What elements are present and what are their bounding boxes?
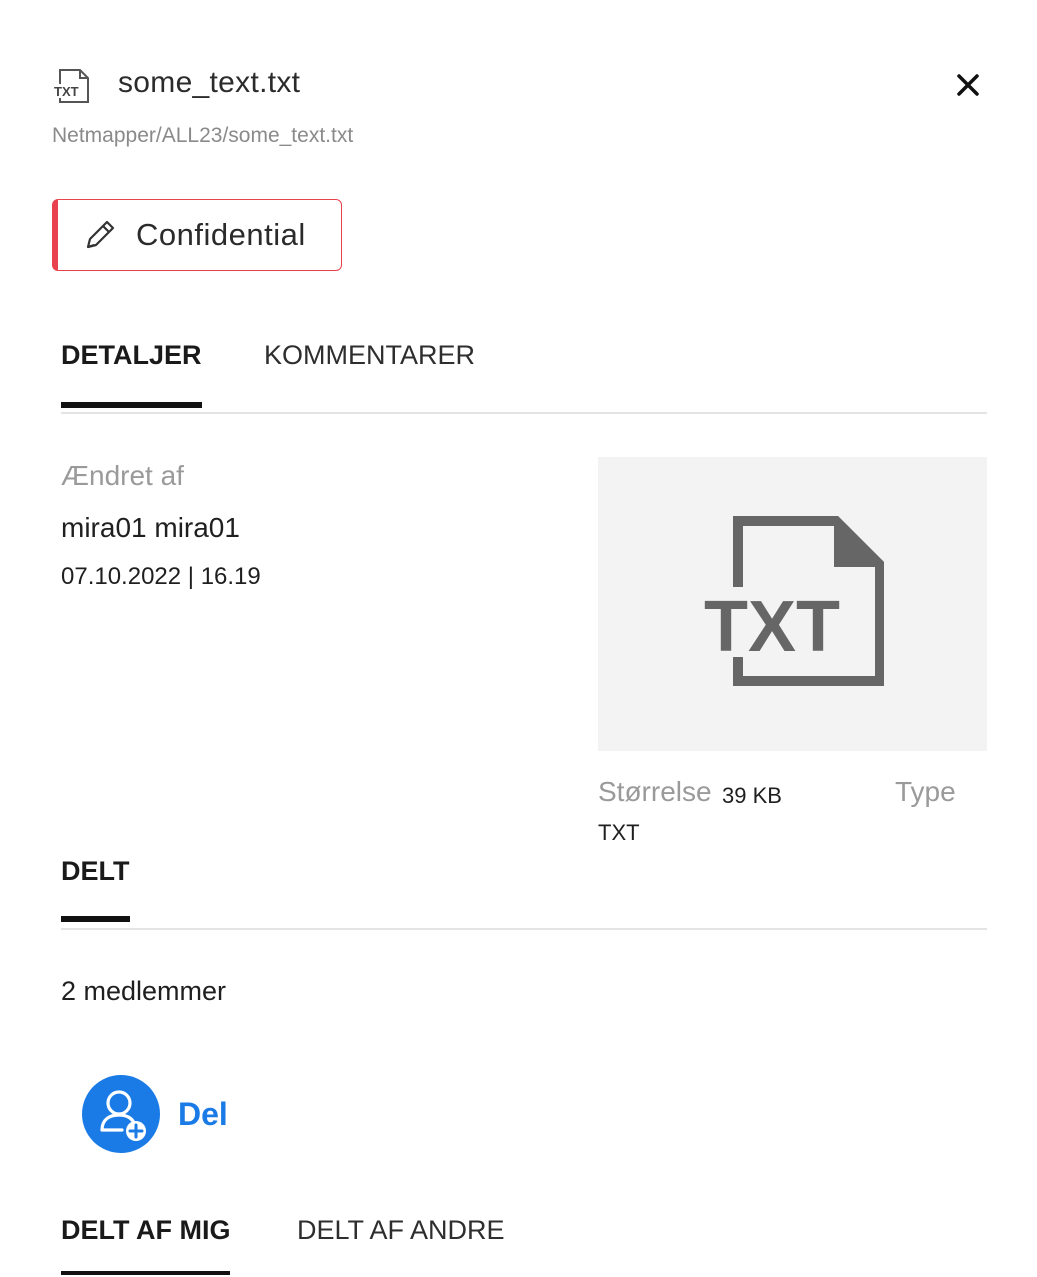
file-path: Netmapper/ALL23/some_text.txt [52, 124, 354, 147]
file-title: some_text.txt [118, 66, 301, 99]
size-label: Størrelse [598, 776, 712, 807]
members-count: 2 medlemmer [61, 976, 227, 1006]
size-value: 39 KB [722, 783, 782, 808]
modified-by-label: Ændret af [61, 460, 184, 491]
add-user-icon [82, 1075, 160, 1153]
type-label: Type [895, 776, 956, 807]
tab-shared-by-me[interactable]: DELT AF MIG [61, 1215, 231, 1275]
txt-file-icon: TXT [52, 69, 89, 103]
classification-tag-button[interactable]: Confidential [52, 199, 342, 271]
txt-preview-icon: TXT [702, 516, 884, 686]
tab-comments[interactable]: KOMMENTARER [264, 340, 475, 383]
tab-shared-by-me-label: DELT AF MIG [61, 1215, 231, 1245]
shared-heading: DELT [61, 856, 130, 922]
shared-heading-bar: DELT [61, 856, 987, 930]
tab-shared-by-others[interactable]: DELT AF ANDRE [297, 1215, 505, 1258]
svg-text:TXT: TXT [54, 84, 79, 99]
type-value: TXT [598, 820, 640, 845]
share-label: Del [178, 1095, 228, 1132]
file-preview: TXT [598, 457, 987, 751]
svg-text:TXT: TXT [704, 587, 840, 667]
shared-tabs: DELT AF MIG DELT AF ANDRE [61, 1215, 987, 1277]
size-row: Størrelse 39 KB Type [598, 776, 988, 816]
file-details-panel: TXT some_text.txt Netmapper/ALL23/some_t… [0, 0, 1037, 1277]
modified-by-user: mira01 mira01 [61, 512, 240, 543]
tab-comments-label: KOMMENTARER [264, 340, 476, 370]
close-icon[interactable] [953, 70, 983, 100]
share-button[interactable]: Del [82, 1075, 228, 1153]
modified-date: 07.10.2022 | 16.19 [61, 563, 261, 590]
tab-shared-by-others-label: DELT AF ANDRE [297, 1215, 505, 1245]
panel-header: TXT some_text.txt [52, 62, 987, 110]
shared-heading-label: DELT [61, 856, 130, 886]
active-tab-indicator [61, 402, 202, 408]
shared-tab-indicator [61, 1271, 231, 1275]
shared-heading-indicator [61, 916, 130, 922]
tab-details[interactable]: DETALJER [61, 340, 202, 408]
detail-tabs: DETALJER KOMMENTARER [61, 340, 987, 414]
pencil-icon [86, 220, 115, 249]
tab-details-label: DETALJER [61, 340, 202, 370]
classification-label: Confidential [136, 217, 306, 252]
